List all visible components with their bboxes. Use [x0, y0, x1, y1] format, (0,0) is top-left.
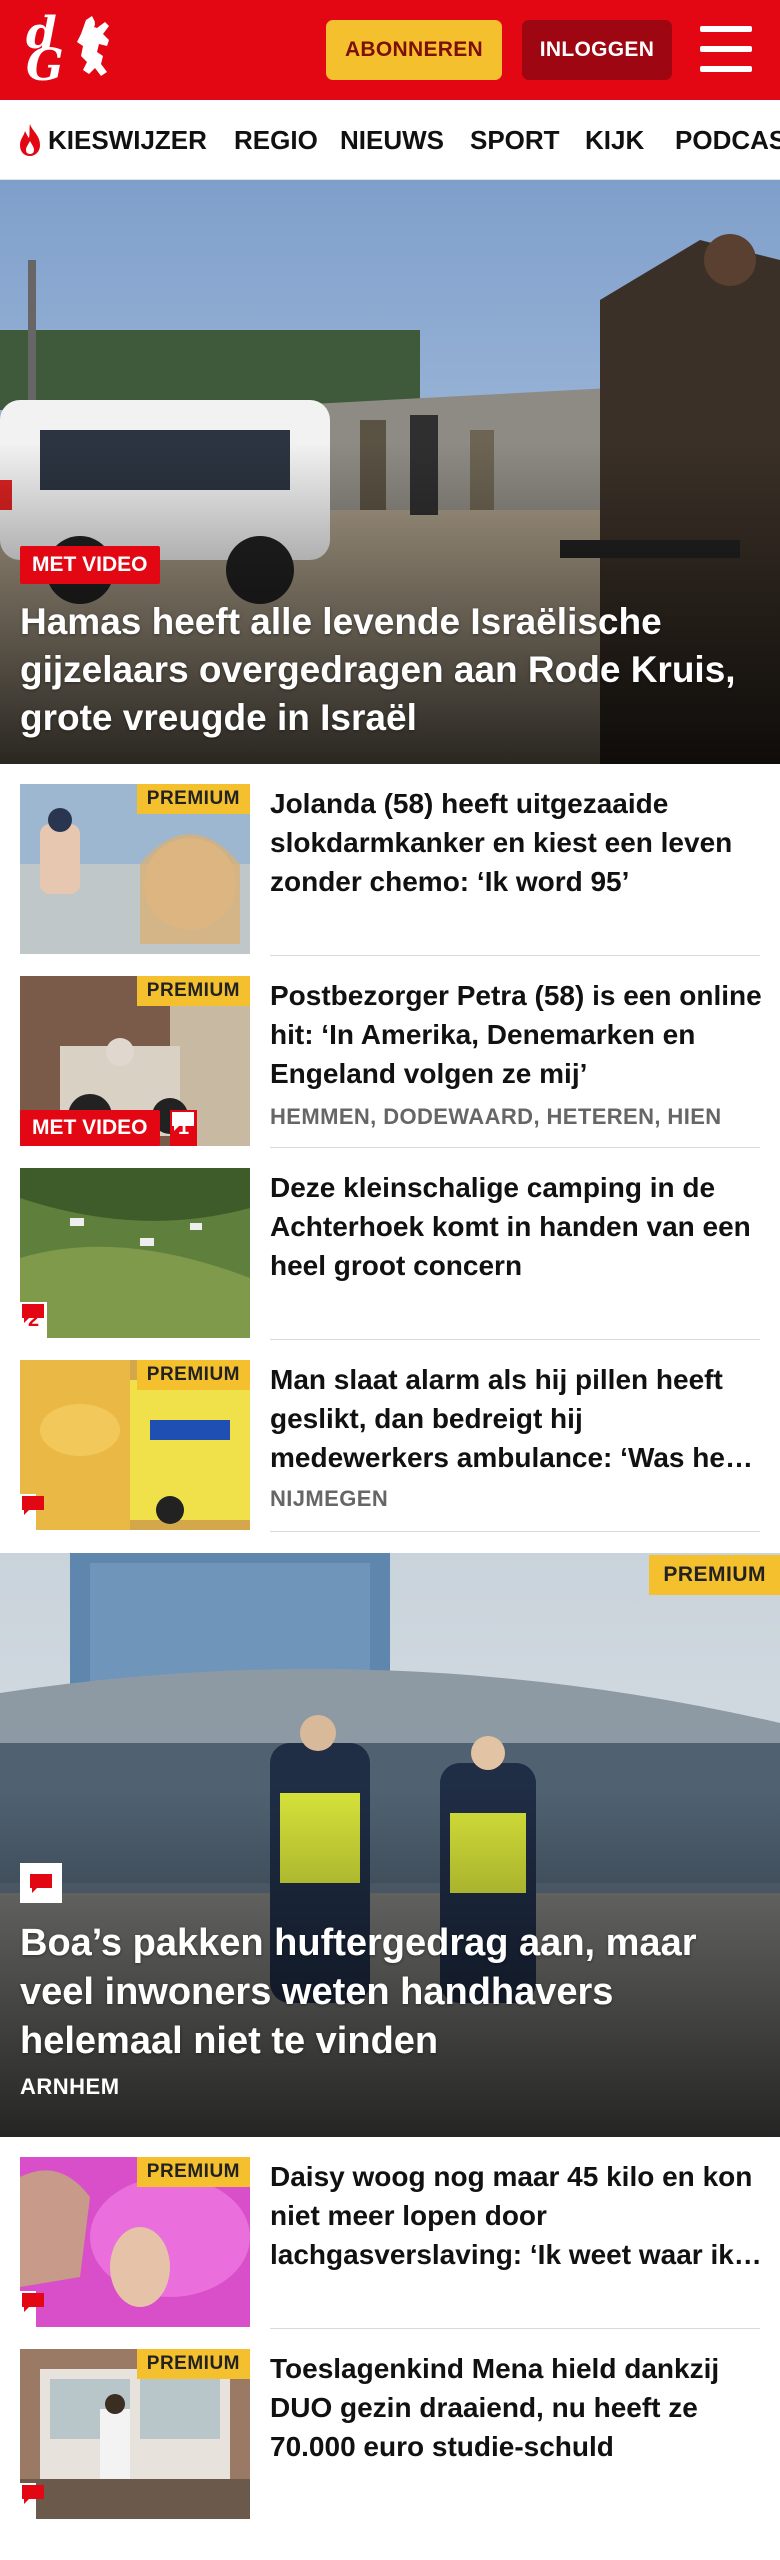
main-nav: KIESWIJZER REGIO NIEUWS SPORT KIJK PODCA…	[0, 100, 780, 180]
list-item[interactable]: PREMIUM Man slaat alarm als hij pillen h…	[0, 1340, 780, 1532]
nav-label: SPORT	[470, 124, 560, 155]
feature-location: ARNHEM	[20, 2074, 120, 2099]
nav-label: NIEUWS	[340, 124, 444, 155]
article-thumbnail: 2	[20, 1168, 250, 1338]
nav-label: REGIO	[234, 124, 318, 155]
comment-icon	[30, 1874, 52, 1893]
menu-icon-bar	[700, 46, 752, 52]
nav-item-nieuws[interactable]: NIEUWS	[340, 100, 444, 179]
login-button[interactable]: INLOGGEN	[522, 20, 672, 80]
article-thumbnail: PREMIUM	[20, 1360, 250, 1530]
nav-item-kijk[interactable]: KIJK	[585, 100, 645, 179]
feature-title[interactable]: Boa’s pakken huftergedrag aan, maar veel…	[20, 1919, 765, 2066]
comment-icon	[172, 1112, 194, 1131]
premium-badge: PREMIUM	[136, 2157, 250, 2187]
nav-item-sport[interactable]: SPORT	[470, 100, 560, 179]
feature-article[interactable]: PREMIUM Boa’s pakken huftergedrag aan, m…	[0, 1553, 780, 2137]
article-thumbnail: PREMIUM	[20, 2157, 250, 2327]
nav-item-regio[interactable]: REGIO	[234, 100, 318, 179]
comment-count	[20, 2483, 44, 2519]
list-item[interactable]: PREMIUM Jolanda (58) heeft uitgezaaide s…	[0, 764, 780, 956]
hero-article[interactable]: MET VIDEO Hamas heeft alle levende Israë…	[0, 180, 780, 764]
flame-icon	[20, 124, 40, 156]
horse-rider-icon	[77, 16, 109, 76]
video-badge: MET VIDEO	[20, 546, 160, 584]
comment-icon	[22, 2485, 44, 2504]
premium-badge: PREMIUM	[649, 1555, 780, 1595]
nav-label: KIESWIJZER	[48, 124, 207, 155]
list-item[interactable]: 2 Deze kleinschalige camping in de Achte…	[0, 1148, 780, 1340]
divider	[270, 1531, 760, 1532]
comment-count	[20, 1863, 62, 1903]
comment-count	[20, 2291, 44, 2327]
list-item[interactable]: PREMIUM Daisy woog nog maar 45 kilo en k…	[0, 2137, 780, 2329]
nav-label: PODCAST	[675, 124, 780, 155]
comment-icon	[22, 2293, 44, 2312]
hero-title[interactable]: Hamas heeft alle levende Israëlische gij…	[20, 598, 760, 742]
comment-icon	[22, 1304, 44, 1323]
top-header: d G ABONNEREN INLOGGEN	[0, 0, 780, 100]
premium-badge: PREMIUM	[136, 1360, 250, 1390]
subscribe-button[interactable]: ABONNEREN	[326, 20, 502, 80]
nav-label: KIJK	[585, 124, 645, 155]
nav-item-podcast[interactable]: PODCAST	[675, 100, 780, 179]
article-title[interactable]: Toeslagenkind Mena hield dankzij DUO gez…	[270, 2349, 765, 2466]
premium-badge: PREMIUM	[136, 976, 250, 1006]
comment-count: 1	[170, 1110, 198, 1146]
comment-icon	[22, 1496, 44, 1515]
article-title[interactable]: Jolanda (58) heeft uitgezaaide slokdarmk…	[270, 784, 765, 901]
article-thumbnail: PREMIUM	[20, 2349, 250, 2519]
list-item[interactable]: PREMIUM MET VIDEO 1 Postbezorger Petra (…	[0, 956, 780, 1148]
article-location: NIJMEGEN	[270, 1486, 389, 1511]
article-title[interactable]: Deze kleinschalige camping in de Achterh…	[270, 1168, 765, 1285]
site-logo[interactable]: d G	[22, 8, 118, 91]
article-title[interactable]: Man slaat alarm als hij pillen heeft ges…	[270, 1360, 765, 1477]
article-title[interactable]: Postbezorger Petra (58) is een online hi…	[270, 976, 765, 1093]
article-title[interactable]: Daisy woog nog maar 45 kilo en kon niet …	[270, 2157, 765, 2274]
video-badge: MET VIDEO	[20, 1110, 160, 1146]
menu-icon-bar	[700, 66, 752, 72]
article-thumbnail: PREMIUM	[20, 784, 250, 954]
menu-icon-bar	[700, 26, 752, 32]
premium-badge: PREMIUM	[136, 784, 250, 814]
logo-letter-g: G	[26, 40, 64, 91]
list-item[interactable]: PREMIUM Toeslagenkind Mena hield dankzij…	[0, 2329, 780, 2560]
premium-badge: PREMIUM	[136, 2349, 250, 2379]
nav-item-kieswijzer[interactable]: KIESWIJZER	[16, 100, 207, 179]
article-location: HEMMEN, DODEWAARD, HETEREN, HIEN	[270, 1104, 722, 1129]
comment-count: 2	[20, 1302, 48, 1338]
comment-count	[20, 1494, 44, 1530]
menu-icon[interactable]	[700, 26, 752, 72]
article-thumbnail: PREMIUM MET VIDEO 1	[20, 976, 250, 1146]
